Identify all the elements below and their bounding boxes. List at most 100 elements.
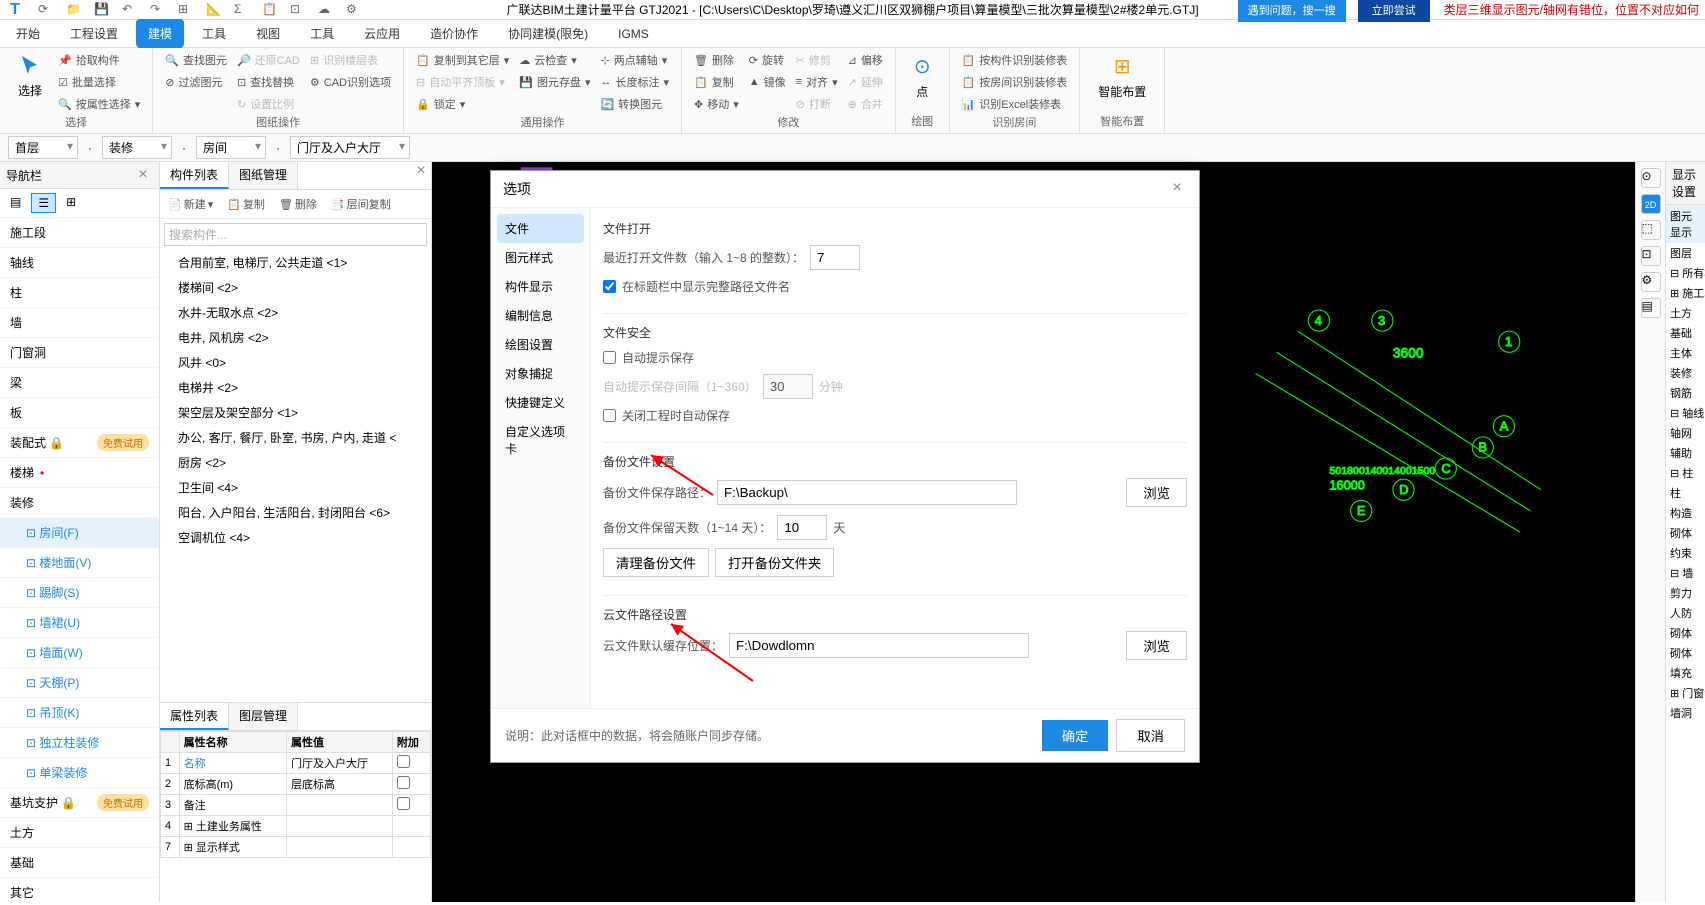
browse-button[interactable]: 浏览 (1126, 478, 1187, 507)
tree-item[interactable]: 轴网 (1666, 423, 1705, 443)
dlg-tab-custom[interactable]: 自定义选项卡 (497, 417, 584, 463)
category-selector[interactable]: 装修 (102, 136, 172, 159)
select-icon[interactable]: ⊡ (1641, 246, 1661, 266)
nav-item[interactable]: ⊡ 吊顶(K) (0, 698, 159, 728)
tree-item[interactable]: 图层 (1666, 243, 1705, 263)
dlg-tab-keys[interactable]: 快捷键定义 (497, 388, 584, 417)
tree-item[interactable]: 装修 (1666, 363, 1705, 383)
nav-item[interactable]: 梁 (0, 368, 159, 398)
tree-item[interactable]: ⊟ 柱 (1666, 463, 1705, 483)
search-banner[interactable]: 遇到问题，搜一搜 (1238, 0, 1346, 22)
tab-layers[interactable]: 图层管理 (229, 703, 298, 730)
tab-properties[interactable]: 属性列表 (160, 703, 229, 730)
draw-point[interactable]: ⊙点 (904, 50, 941, 104)
nav-item[interactable]: 基础 (0, 848, 159, 878)
browse-button[interactable]: 浏览 (1126, 631, 1187, 660)
tree-item[interactable]: 构造 (1666, 503, 1705, 523)
ribbon-btn[interactable]: ✥ 移动 ▾ (690, 94, 743, 114)
menu-igms[interactable]: IGMS (606, 21, 661, 47)
tab-drawings[interactable]: 图纸管理 (229, 162, 298, 189)
nav-item[interactable]: 装修 (0, 488, 159, 518)
ribbon-btn[interactable]: 🔄 转换图元 (596, 94, 673, 114)
tree-item[interactable]: 人防 (1666, 603, 1705, 623)
qat-icon[interactable]: 📋 (262, 2, 278, 18)
tree-item[interactable]: 砌体 (1666, 523, 1705, 543)
ribbon-btn[interactable]: ⚙ CAD识别选项 (306, 72, 395, 92)
component-item[interactable]: 电井, 风机房 <2> (160, 325, 431, 350)
tree-item[interactable]: 墙洞 (1666, 703, 1705, 723)
gear-icon[interactable]: ⚙ (1641, 272, 1661, 292)
ribbon-btn[interactable]: 🗑 删除 (690, 50, 743, 70)
nav-item[interactable]: 土方 (0, 818, 159, 848)
floor-copy-button[interactable]: 📑 层间复制 (327, 194, 395, 214)
component-item[interactable]: 风井 <0> (160, 350, 431, 375)
component-item[interactable]: 水井-无取水点 <2> (160, 300, 431, 325)
delete-button[interactable]: 🗑 删除 (275, 194, 321, 214)
qat-icon[interactable]: ☁ (318, 2, 334, 18)
cube-icon[interactable]: ⬚ (1641, 220, 1661, 240)
new-button[interactable]: 📄 新建 ▾ (164, 194, 217, 214)
smart-layout[interactable]: ⊞智能布置 (1088, 50, 1156, 104)
tree-item[interactable]: 柱 (1666, 483, 1705, 503)
clear-backup-button[interactable]: 清理备份文件 (603, 548, 709, 577)
menu-view[interactable]: 视图 (244, 19, 292, 48)
ribbon-btn[interactable]: ⊘ 过滤图元 (161, 72, 231, 92)
auto-save-checkbox[interactable] (603, 351, 616, 364)
dlg-tab-snap[interactable]: 对象捕捉 (497, 359, 584, 388)
qat-icon[interactable]: 💾 (94, 2, 110, 18)
qat-icon[interactable]: ↶ (122, 2, 138, 18)
close-icon[interactable]: × (411, 162, 431, 189)
tree-item[interactable]: ⊞ 施工段 (1666, 283, 1705, 303)
menu-model[interactable]: 建模 (136, 19, 184, 48)
tree-item[interactable]: 砌体 (1666, 643, 1705, 663)
tree-item[interactable]: 砌体 (1666, 623, 1705, 643)
backup-path-input[interactable] (717, 480, 1017, 505)
ribbon-btn[interactable]: ⊡ 查找替换 (233, 72, 304, 92)
copy-button[interactable]: 📋 复制 (223, 194, 269, 214)
menu-collab[interactable]: 协同建模(限免) (496, 19, 600, 48)
menu-start[interactable]: 开始 (4, 19, 52, 48)
component-item[interactable]: 阳台, 入户阳台, 生活阳台, 封闭阳台 <6> (160, 500, 431, 525)
floor-selector[interactable]: 首层 (8, 136, 78, 159)
nav-item[interactable]: 柱 (0, 278, 159, 308)
tree-item[interactable]: 辅助 (1666, 443, 1705, 463)
backup-days-input[interactable] (777, 515, 827, 540)
recent-count-input[interactable] (810, 245, 860, 270)
qat-icon[interactable]: ⊡ (290, 2, 306, 18)
tree-item[interactable]: 填充 (1666, 663, 1705, 683)
component-item[interactable]: 卫生间 <4> (160, 475, 431, 500)
menu-tools2[interactable]: 工具 (298, 19, 346, 48)
nav-item[interactable]: 门窗洞 (0, 338, 159, 368)
tab-components[interactable]: 构件列表 (160, 162, 229, 189)
nav-view-btn[interactable]: ☰ (31, 193, 56, 213)
component-item[interactable]: 合用前室, 电梯厅, 公共走道 <1> (160, 250, 431, 275)
nav-item[interactable]: 楼梯 • (0, 458, 159, 488)
nav-view-btn[interactable]: ⊞ (60, 193, 82, 213)
nav-item[interactable]: ⊡ 独立柱装修 (0, 728, 159, 758)
menu-project[interactable]: 工程设置 (58, 19, 130, 48)
ribbon-btn[interactable]: ☁ 云检查 ▾ (515, 50, 594, 70)
tree-item[interactable]: 约束 (1666, 543, 1705, 563)
qat-icon[interactable]: ⟳ (38, 2, 54, 18)
ribbon-btn[interactable]: ⊿ 偏移 (844, 50, 887, 70)
room-selector[interactable]: 门厅及入户大厅 (290, 136, 410, 159)
nav-item[interactable]: 施工段 (0, 218, 159, 248)
close-save-checkbox[interactable] (603, 409, 616, 422)
nav-item[interactable]: 墙 (0, 308, 159, 338)
nav-item[interactable]: 板 (0, 398, 159, 428)
nav-item[interactable]: ⊡ 房间(F) (0, 518, 159, 548)
ok-button[interactable]: 确定 (1042, 720, 1109, 751)
ribbon-btn[interactable]: 📋 复制到其它层 ▾ (412, 50, 513, 70)
component-item[interactable]: 空调机位 <4> (160, 525, 431, 550)
dlg-tab-style[interactable]: 图元样式 (497, 243, 584, 272)
ribbon-btn[interactable]: 📊 识别Excel装修表 (958, 94, 1072, 114)
ribbon-btn[interactable]: ▲ 镜像 (745, 72, 790, 92)
qat-icon[interactable]: ⚙ (346, 2, 362, 18)
qat-icon[interactable]: 📐 (206, 2, 222, 18)
cancel-button[interactable]: 取消 (1116, 719, 1185, 752)
qat-icon[interactable]: 📁 (66, 2, 82, 18)
ribbon-btn[interactable]: ≡ 对齐 ▾ (792, 72, 842, 92)
menu-price[interactable]: 造价协作 (418, 19, 490, 48)
menu-cloud[interactable]: 云应用 (352, 19, 412, 48)
ribbon-btn[interactable]: 📋 复制 (690, 72, 743, 92)
